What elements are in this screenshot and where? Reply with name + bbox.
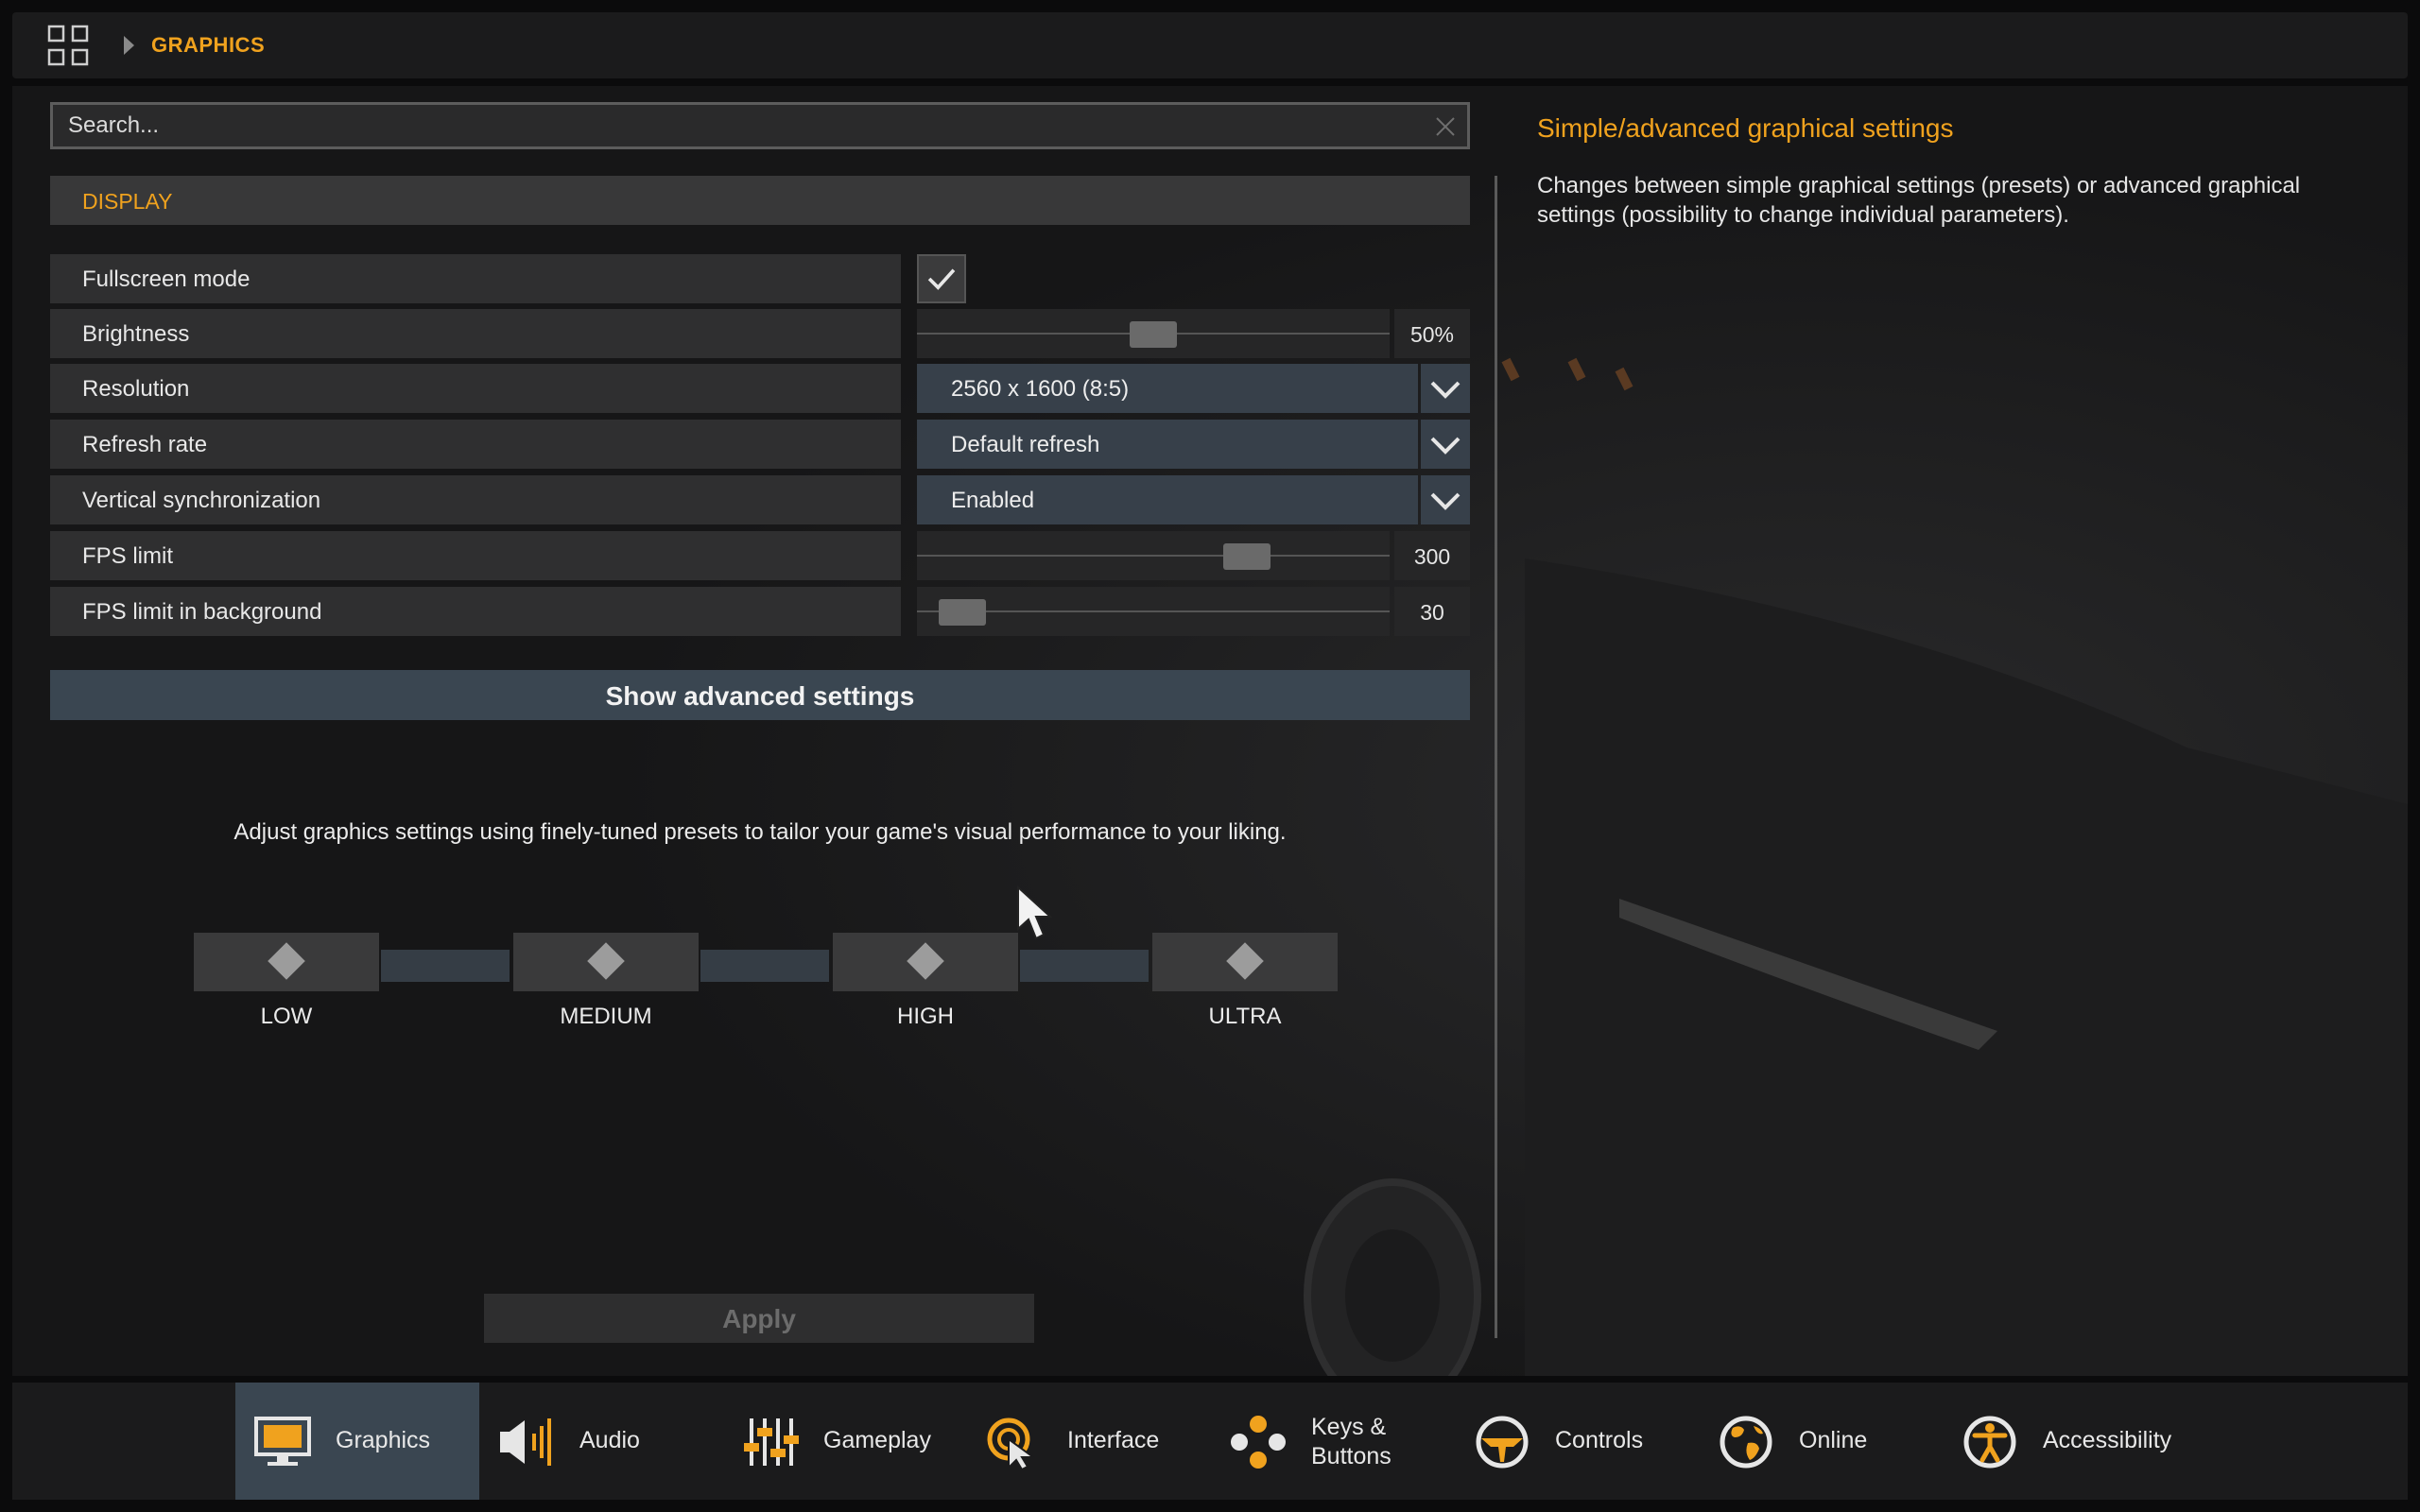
top-bar: GRAPHICS [12,12,2408,78]
gamepad-buttons-icon [1231,1416,1286,1469]
diamond-icon [1226,942,1264,980]
nav-online[interactable]: Online [1699,1383,1943,1500]
search-field[interactable] [50,102,1470,149]
slider-line [917,555,1390,557]
diamond-icon [907,942,944,980]
fps-limit-slider-thumb[interactable] [1223,543,1270,570]
mouse-cursor-icon [1017,885,1053,940]
help-title: Simple/advanced graphical settings [1537,113,1954,143]
refresh-rate-dropdown[interactable]: Default refresh [917,420,1418,469]
panel-divider [1495,176,1497,1338]
fps-limit-value: 300 [1394,531,1470,580]
accessibility-icon [1963,1416,2016,1469]
preset-high-button[interactable] [833,933,1018,991]
show-advanced-settings-button[interactable]: Show advanced settings [50,670,1470,720]
preset-low-button[interactable] [194,933,379,991]
preset-description: Adjust graphics settings using finely-tu… [233,819,1287,845]
vsync-dropdown-button[interactable] [1421,475,1470,524]
diamond-icon [268,942,305,980]
nav-interface[interactable]: Interface [967,1383,1211,1500]
resolution-label: Resolution [50,364,901,413]
apply-button[interactable]: Apply [484,1294,1034,1343]
nav-gameplay-label: Gameplay [823,1427,931,1453]
preset-medium-label: MEDIUM [560,1004,652,1029]
nav-online-label: Online [1799,1427,1868,1453]
preset-medium-button[interactable] [513,933,699,991]
globe-icon [1720,1416,1772,1469]
chevron-down-icon [1430,492,1461,510]
search-input[interactable] [53,105,1467,146]
nav-accessibility[interactable]: Accessibility [1943,1383,2187,1500]
preset-connector [700,950,829,982]
preset-ultra-button[interactable] [1152,933,1338,991]
nav-graphics[interactable]: Graphics [235,1383,479,1500]
help-text: Changes between simple graphical setting… [1537,173,2301,228]
fps-limit-label: FPS limit [50,531,901,580]
fps-background-slider[interactable] [917,587,1390,636]
vsync-dropdown[interactable]: Enabled [917,475,1418,524]
nav-interface-label: Interface [1067,1427,1160,1453]
nav-keys-buttons-label: Keys & Buttons [1311,1414,1392,1469]
nav-accessibility-label: Accessibility [2043,1427,2172,1453]
resolution-dropdown-button[interactable] [1421,364,1470,413]
brightness-label: Brightness [50,309,901,358]
steering-wheel-icon [1476,1416,1529,1469]
bottom-nav: Graphics Audio Gameplay Interface Keys &… [12,1383,2408,1500]
fullscreen-checkbox[interactable] [917,254,966,303]
brightness-slider-thumb[interactable] [1130,321,1177,348]
pointer-icon [987,1418,1037,1469]
chevron-down-icon [1430,437,1461,455]
nav-controls-label: Controls [1555,1427,1644,1453]
breadcrumb-arrow-icon [124,36,134,55]
settings-panel: DISPLAY Fullscreen mode Brightness 50% R… [12,86,2408,1376]
breadcrumb-current: GRAPHICS [151,33,266,57]
preset-ultra-label: ULTRA [1208,1004,1282,1029]
grid-menu-icon[interactable] [46,24,90,67]
nav-gameplay[interactable]: Gameplay [723,1383,967,1500]
sliders-icon [744,1418,799,1466]
preset-connector [1020,950,1149,982]
fullscreen-label: Fullscreen mode [50,254,901,303]
nav-audio-label: Audio [579,1427,640,1453]
fps-background-value: 30 [1394,587,1470,636]
refresh-rate-label: Refresh rate [50,420,901,469]
section-header-display: DISPLAY [50,176,1470,225]
nav-audio[interactable]: Audio [479,1383,723,1500]
refresh-rate-dropdown-button[interactable] [1421,420,1470,469]
resolution-dropdown[interactable]: 2560 x 1600 (8:5) [917,364,1418,413]
brightness-value: 50% [1394,309,1470,358]
nav-controls[interactable]: Controls [1455,1383,1699,1500]
speaker-icon [500,1418,551,1466]
nav-graphics-label: Graphics [336,1427,431,1453]
preset-connector [381,950,510,982]
fps-background-label: FPS limit in background [50,587,901,636]
brightness-slider[interactable] [917,309,1390,358]
preset-low-label: LOW [260,1004,313,1029]
vsync-label: Vertical synchronization [50,475,901,524]
chevron-down-icon [1430,381,1461,399]
fps-background-slider-thumb[interactable] [939,599,986,626]
preset-high-label: HIGH [897,1004,954,1029]
monitor-icon [254,1417,311,1466]
checkmark-icon [927,268,956,290]
nav-keys-buttons[interactable]: Keys & Buttons [1211,1383,1455,1500]
clear-search-icon[interactable] [1433,114,1458,139]
slider-line [917,610,1390,612]
fps-limit-slider[interactable] [917,531,1390,580]
diamond-icon [587,942,625,980]
